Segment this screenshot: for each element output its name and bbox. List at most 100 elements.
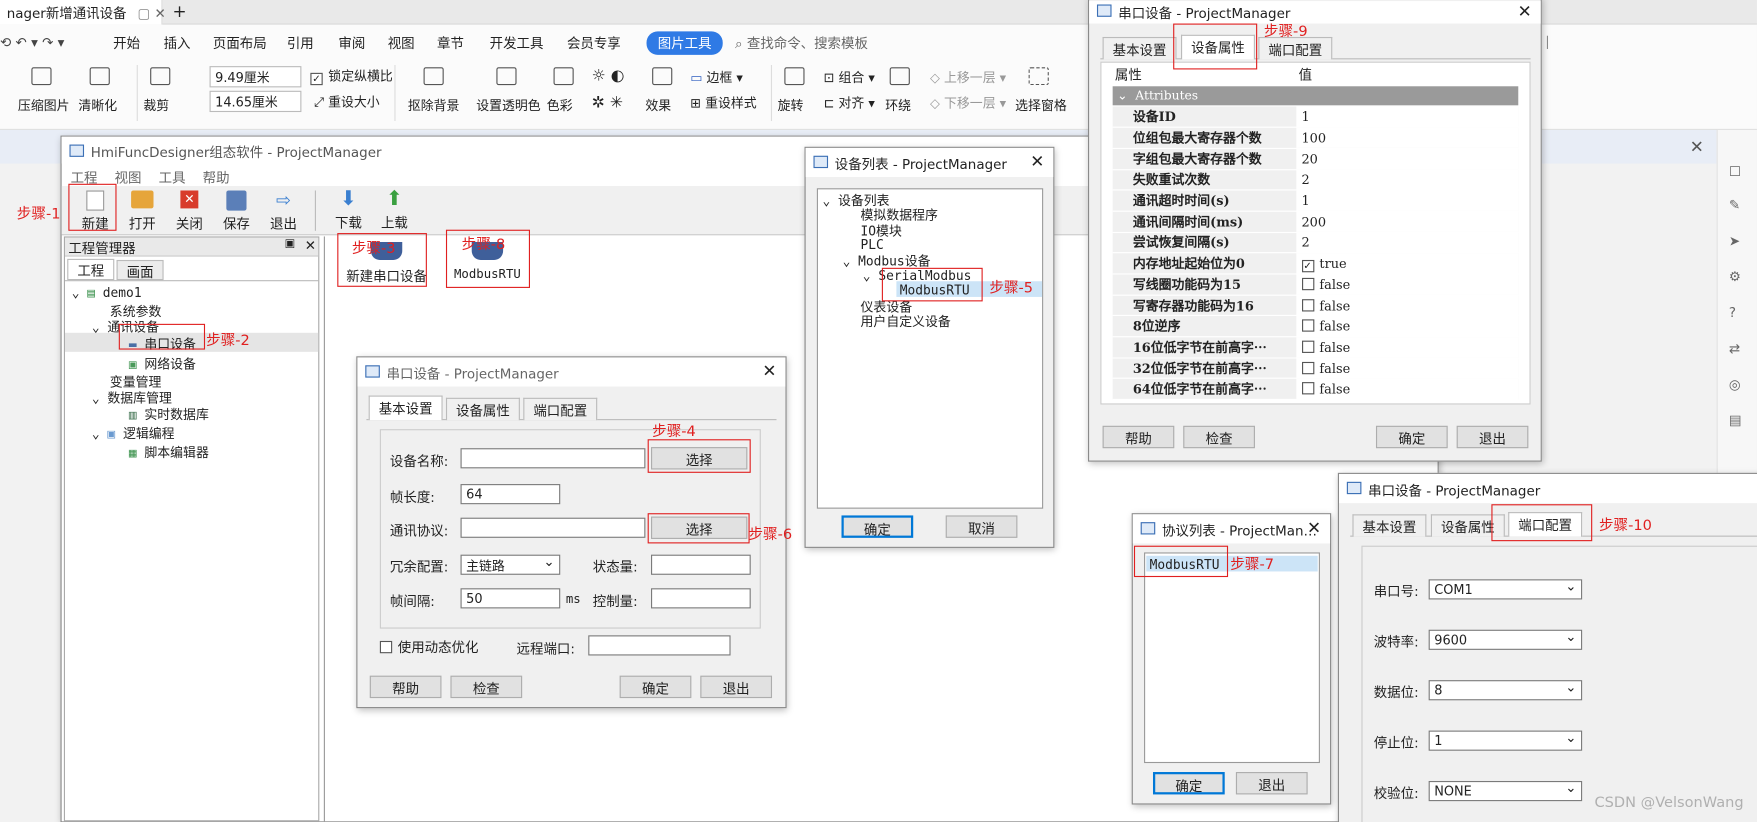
property-row[interactable]: 通讯间隔时间(ms) 200 xyxy=(1112,211,1519,233)
ok-button[interactable]: 确定 xyxy=(1375,425,1448,449)
wps-menu-item[interactable]: 视图 xyxy=(388,34,415,53)
port-field-select[interactable]: 9600 xyxy=(1428,629,1583,650)
menu-help[interactable]: 帮助 xyxy=(203,170,230,186)
pm-close-icon[interactable]: ✕ xyxy=(305,238,316,254)
lock-ratio-checkbox[interactable]: ✓ 锁定纵横比 xyxy=(310,67,393,86)
checkbox-icon[interactable] xyxy=(1301,361,1314,374)
tree-demo1[interactable]: ⌄ ▤ demo1 xyxy=(72,285,142,301)
checkbox-icon[interactable] xyxy=(1301,340,1314,353)
save-button[interactable]: 保存 xyxy=(223,190,250,233)
checkbox-icon[interactable] xyxy=(1301,277,1314,291)
tab-basic[interactable]: 基本设置 xyxy=(368,395,443,421)
exit-button[interactable]: 退出 xyxy=(700,675,773,699)
property-row[interactable]: 32位低字节在前高字⋯ false xyxy=(1112,357,1519,380)
contrast-icon[interactable]: ✲ ✳ xyxy=(592,94,623,112)
float-icon[interactable]: ▣ xyxy=(285,238,296,250)
wrap-button[interactable]: 环绕 xyxy=(885,96,911,114)
wps-menu-item[interactable]: 章节 xyxy=(437,34,464,53)
clarify-button[interactable]: 清晰化 xyxy=(78,96,117,114)
protocol-field[interactable] xyxy=(460,517,646,538)
sidebar-icon-1[interactable]: ☐ xyxy=(1729,164,1741,180)
tree-plc[interactable]: PLC xyxy=(861,236,884,252)
property-value[interactable]: false xyxy=(1296,273,1519,296)
color-button[interactable]: 色彩 xyxy=(547,96,573,114)
tree-script-editor[interactable]: ▦ 脚本编辑器 xyxy=(129,444,209,462)
help-button[interactable]: 帮助 xyxy=(1102,425,1175,449)
property-value[interactable]: 1 xyxy=(1296,106,1519,128)
close-icon[interactable]: ✕ xyxy=(1307,518,1321,538)
wps-menu-item[interactable]: 审阅 xyxy=(338,34,365,53)
cursor-icon[interactable]: ➤ xyxy=(1729,233,1740,249)
ok-button[interactable]: 确定 xyxy=(619,675,692,699)
close-icon[interactable]: ✕ xyxy=(1518,1,1532,21)
port-field-select[interactable]: 8 xyxy=(1428,679,1583,701)
tree-network-device[interactable]: ▣ 网络设备 xyxy=(129,355,196,373)
book-icon[interactable]: ▤ xyxy=(1729,412,1742,428)
checkbox-icon[interactable]: ✓ xyxy=(1301,259,1314,272)
property-row[interactable]: 写寄存器功能码为16 false xyxy=(1112,294,1519,317)
property-row[interactable]: 字组包最大寄存器个数 20 xyxy=(1112,148,1519,170)
download-button[interactable]: ⬇ 下载 xyxy=(335,188,362,232)
property-value[interactable]: 200 xyxy=(1296,211,1519,233)
new-tab-button[interactable]: + xyxy=(173,1,187,21)
tree-database[interactable]: ⌄ 数据库管理 xyxy=(92,389,172,407)
restore-icon[interactable]: ▢ xyxy=(138,6,151,22)
crop-button[interactable]: 裁剪 xyxy=(143,96,169,114)
property-value[interactable]: false xyxy=(1296,357,1519,380)
ok-button[interactable]: 确定 xyxy=(841,515,914,538)
wps-menu-item[interactable]: 页面布局 xyxy=(213,34,267,53)
compass-icon[interactable]: ◎ xyxy=(1729,376,1741,392)
settings-icon[interactable]: ⚙ xyxy=(1729,269,1741,285)
close-button[interactable]: ✕ 关闭 xyxy=(176,190,203,233)
property-row[interactable]: 写线圈功能码为15 false xyxy=(1112,273,1519,296)
wps-menu-item[interactable]: 会员专享 xyxy=(567,34,621,53)
dynamic-checkbox[interactable]: 使用动态优化 xyxy=(379,638,478,657)
device-name-field[interactable] xyxy=(460,448,646,469)
help-button[interactable]: 帮助 xyxy=(369,675,442,699)
width-input[interactable]: 9.49厘米 xyxy=(209,66,302,88)
property-row[interactable]: 通讯超时时间(s) 1 xyxy=(1112,190,1519,212)
property-row[interactable]: 尝试恢复间隔(s) 2 xyxy=(1112,232,1519,254)
property-value[interactable]: false xyxy=(1296,294,1519,317)
pm-tab-screen[interactable]: 画面 xyxy=(116,259,164,281)
wps-menu-item[interactable]: 开发工具 xyxy=(490,34,544,53)
wps-menu-item[interactable]: 开始 xyxy=(113,34,140,53)
close-icon[interactable]: ✕ xyxy=(155,6,166,22)
upload-button[interactable]: ⬆ 上载 xyxy=(381,188,408,232)
property-row[interactable]: 设备ID 1 xyxy=(1112,106,1519,128)
align-button[interactable]: ⊏ 对齐 ▾ xyxy=(824,94,875,112)
quick-access[interactable]: ⟲ ↶ ▾ ↷ ▾ xyxy=(0,35,64,51)
property-value[interactable]: 100 xyxy=(1296,127,1519,149)
wps-menu-item[interactable]: 插入 xyxy=(164,34,191,53)
ok-button[interactable]: 确定 xyxy=(1152,772,1225,795)
doc-tab[interactable]: nager新增通讯设备 ▢ ✕ xyxy=(0,0,166,25)
exit-button[interactable]: 退出 xyxy=(1235,772,1308,795)
checkbox-icon[interactable] xyxy=(1301,298,1314,311)
property-value[interactable]: ✓ true xyxy=(1296,253,1519,275)
close-icon[interactable]: ✕ xyxy=(1690,137,1704,157)
port-field-select[interactable]: COM1 xyxy=(1428,578,1583,600)
reset-size-button[interactable]: ⤢ 重设大小 xyxy=(314,93,380,111)
tab-basic[interactable]: 基本设置 xyxy=(1102,36,1177,60)
frame-length-field[interactable]: 64 xyxy=(460,484,561,505)
property-value[interactable]: false xyxy=(1296,378,1519,401)
state-field[interactable] xyxy=(651,554,751,575)
tab-props[interactable]: 设备属性 xyxy=(445,397,520,421)
property-value[interactable]: 1 xyxy=(1296,190,1519,212)
property-row[interactable]: 64位低字节在前高字⋯ false xyxy=(1112,378,1519,401)
property-row[interactable]: 8位逆序 false xyxy=(1112,315,1519,338)
interval-field[interactable]: 50 xyxy=(460,588,561,609)
attributes-group[interactable]: ⌄ Attributes xyxy=(1112,86,1519,106)
checkbox-icon[interactable] xyxy=(1301,382,1314,395)
open-button[interactable]: 打开 xyxy=(129,190,156,233)
property-value[interactable]: 2 xyxy=(1296,169,1519,191)
compress-button[interactable]: 压缩图片 xyxy=(18,96,70,114)
search-box[interactable]: ⌕ 查找命令、搜索模板 xyxy=(735,34,868,53)
port-field-select[interactable]: NONE xyxy=(1428,780,1583,802)
property-value[interactable]: 20 xyxy=(1296,148,1519,170)
menu-tools[interactable]: 工具 xyxy=(159,170,186,186)
exit-button[interactable]: ⇨ 退出 xyxy=(270,190,297,233)
help-icon[interactable]: ? xyxy=(1729,305,1736,321)
pm-tab-project[interactable]: 工程 xyxy=(67,258,115,281)
tab-port[interactable]: 端口配置 xyxy=(523,397,598,421)
